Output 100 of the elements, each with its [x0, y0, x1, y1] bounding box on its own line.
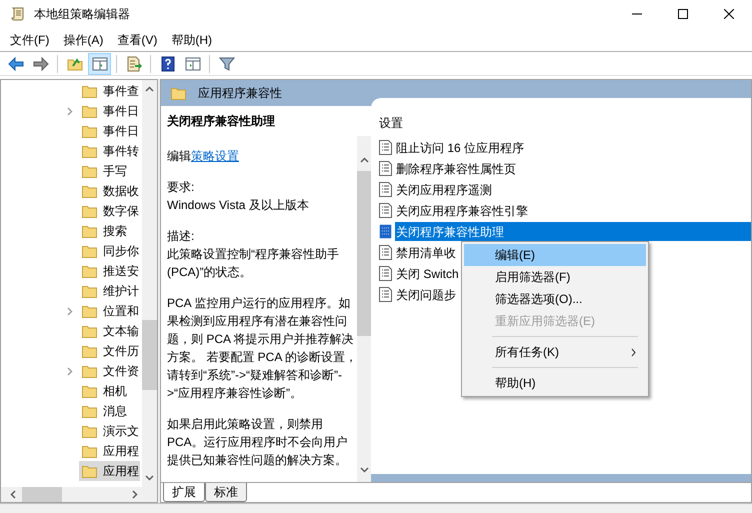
- tree-item[interactable]: 消息: [79, 401, 128, 421]
- scrollbar-thumb[interactable]: [22, 487, 62, 502]
- tree-item[interactable]: 数字保: [79, 201, 140, 221]
- category-title: 应用程序兼容性: [198, 85, 282, 102]
- vertical-scrollbar[interactable]: [357, 136, 371, 482]
- back-arrow-icon: [8, 56, 24, 72]
- policy-setting[interactable]: 关闭问题步: [395, 285, 459, 304]
- edit-policy-text: 编辑策略设置: [167, 148, 240, 165]
- policy-icon: [379, 161, 392, 176]
- maximize-icon: [678, 9, 688, 19]
- folder-icon: [82, 124, 97, 138]
- description-paragraph: 如果启用此策略设置，则禁用 PCA。运行应用程序时不会向用户提供已知兼容性问题的解决方案。: [167, 416, 349, 469]
- folder-icon: [82, 184, 97, 198]
- menu-item[interactable]: 启用筛选器(F): [464, 266, 646, 288]
- policy-icon: [379, 245, 392, 260]
- folder-icon: [82, 304, 97, 318]
- scroll-up-icon: [145, 85, 154, 94]
- policy-icon: [379, 224, 392, 239]
- tree-item[interactable]: 事件查: [79, 81, 140, 101]
- policy-setting[interactable]: 关闭程序兼容性助理: [395, 222, 751, 241]
- close-icon: [724, 9, 734, 19]
- policy-settings-link[interactable]: 策略设置: [191, 149, 239, 163]
- pane-icon: [92, 56, 108, 72]
- policy-icon: [379, 140, 392, 155]
- menu-item[interactable]: 所有任务(K): [464, 341, 646, 363]
- expand-chevron-icon[interactable]: [67, 306, 73, 316]
- policy-setting[interactable]: 阻止访问 16 位应用程序: [395, 138, 528, 157]
- tree-item[interactable]: 相机: [79, 381, 128, 401]
- folder-icon: [82, 464, 97, 478]
- toolbar-button[interactable]: [88, 52, 111, 74]
- folder-icon: [82, 244, 97, 258]
- tree-item[interactable]: 演示文: [79, 421, 140, 441]
- folder-icon: [82, 164, 97, 178]
- pane-icon: [184, 56, 200, 72]
- tree-item[interactable]: 应用程: [79, 441, 140, 461]
- tree-item[interactable]: 维护计: [79, 281, 140, 301]
- folder-up-icon: [66, 56, 82, 72]
- menu-item[interactable]: 筛选器选项(O)...: [464, 288, 646, 310]
- filter-icon: [218, 56, 234, 72]
- policy-setting[interactable]: 禁用清单收: [395, 243, 459, 262]
- scroll-left-icon: [9, 490, 18, 499]
- section-text: Windows Vista 及以上版本: [167, 197, 310, 214]
- folder-icon: [82, 364, 97, 378]
- menu-item[interactable]: 查看(V): [111, 30, 164, 50]
- folder-icon: [82, 284, 97, 298]
- policy-setting[interactable]: 删除程序兼容性属性页: [395, 159, 519, 178]
- folder-icon: [171, 86, 186, 100]
- tree-item[interactable]: 应用程: [79, 461, 140, 481]
- scrollbar-thumb[interactable]: [142, 320, 157, 390]
- menu-item[interactable]: 帮助(H): [464, 372, 646, 394]
- window-title: 本地组策略编辑器: [34, 6, 130, 23]
- expand-chevron-icon[interactable]: [67, 366, 73, 376]
- tree-item[interactable]: 搜索: [79, 221, 128, 241]
- horizontal-scrollbar[interactable]: [1, 487, 157, 502]
- menu-item[interactable]: 帮助(H): [165, 30, 218, 50]
- folder-icon: [82, 324, 97, 338]
- scroll-down-icon: [360, 465, 368, 474]
- menu-item[interactable]: 编辑(E): [464, 244, 646, 266]
- tree-item[interactable]: 文件历: [79, 341, 140, 361]
- tree-item[interactable]: 事件日: [79, 101, 140, 121]
- folder-icon: [82, 264, 97, 278]
- folder-icon: [82, 424, 97, 438]
- policy-setting[interactable]: 关闭 Switch: [395, 264, 462, 283]
- policy-setting[interactable]: 关闭应用程序兼容性引擎: [395, 201, 531, 220]
- folder-icon: [82, 224, 97, 238]
- policy-icon: [379, 203, 392, 218]
- folder-icon: [82, 444, 97, 458]
- folder-icon: [82, 204, 97, 218]
- folder-icon: [82, 84, 97, 98]
- menu-item[interactable]: 文件(F): [4, 30, 56, 50]
- tree-item[interactable]: 事件日: [79, 121, 140, 141]
- section-label: 要求:: [167, 179, 196, 196]
- folder-icon: [82, 344, 97, 358]
- tree-item[interactable]: 位置和: [79, 301, 140, 321]
- tree-item[interactable]: 手写: [79, 161, 128, 181]
- policy-icon: [379, 266, 392, 281]
- scrollbar-thumb[interactable]: [357, 171, 371, 336]
- expand-chevron-icon[interactable]: [67, 106, 73, 116]
- folder-icon: [82, 104, 97, 118]
- tree-item[interactable]: 文本输: [79, 321, 140, 341]
- policy-icon: [379, 287, 392, 302]
- column-header[interactable]: 设置: [379, 114, 403, 132]
- view-tab[interactable]: 扩展: [163, 483, 205, 502]
- forward-arrow-icon: [32, 56, 48, 72]
- tree-item[interactable]: 数据收: [79, 181, 140, 201]
- tree-item[interactable]: 文件资: [79, 361, 140, 381]
- folder-icon: [82, 384, 97, 398]
- section-text: 此策略设置控制“程序兼容性助手 (PCA)”的状态。: [167, 246, 340, 281]
- folder-icon: [82, 144, 97, 158]
- menu-item[interactable]: 操作(A): [57, 30, 110, 50]
- view-tab[interactable]: 标准: [205, 483, 247, 502]
- tree-item[interactable]: 事件转: [79, 141, 140, 161]
- vertical-scrollbar[interactable]: [142, 80, 157, 487]
- policy-setting[interactable]: 关闭应用程序遥测: [395, 180, 495, 199]
- submenu-chevron-icon: [631, 348, 636, 356]
- tree-item[interactable]: 同步你: [79, 241, 140, 261]
- policy-title: 关闭程序兼容性助理: [167, 113, 276, 130]
- tree-item[interactable]: 推送安: [79, 261, 140, 281]
- scroll-down-icon: [145, 473, 154, 482]
- folder-icon: [82, 404, 97, 418]
